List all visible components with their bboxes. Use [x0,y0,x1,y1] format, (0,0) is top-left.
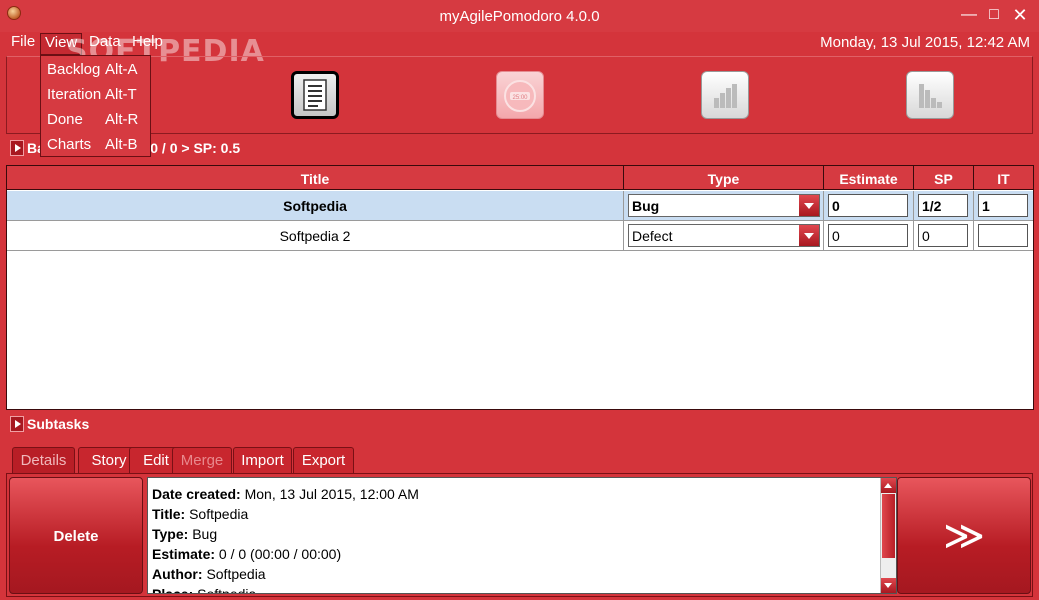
column-title[interactable]: Title [7,166,624,190]
table-row[interactable]: Softpedia 2 Defect 0 0 [7,221,1033,251]
it-input[interactable] [978,224,1028,247]
sp-input[interactable]: 1/2 [918,194,968,217]
tab-details[interactable]: Details [12,447,75,473]
detail-key: Date created: [152,486,241,502]
scrollbar-thumb[interactable] [882,494,895,558]
type-select[interactable]: Defect [628,224,820,247]
estimate-input[interactable]: 0 [828,194,908,217]
detail-author: Author: Softpedia [152,566,266,582]
bar-chart-icon [714,84,737,108]
it-input[interactable]: 1 [978,194,1028,217]
close-button[interactable]: ✕ [1009,4,1031,26]
table-row[interactable]: Softpedia Bug 0 1/2 1 [7,191,1033,221]
detail-type: Type: Bug [152,526,217,542]
done-view-button[interactable] [701,71,749,119]
detail-value: Bug [192,526,218,542]
expand-arrow-icon[interactable] [10,140,24,156]
detail-place: Place: Softpedia [152,586,257,594]
expand-arrow-icon[interactable] [10,416,24,432]
detail-value: Mon, 13 Jul 2015, 12:00 AM [244,486,419,502]
detail-value: Softpedia [189,506,249,522]
detail-estimate: Estimate: 0 / 0 (00:00 / 00:00) [152,546,341,562]
menu-item-shortcut: Alt-A [105,61,138,78]
detail-date-created: Date created: Mon, 13 Jul 2015, 12:00 AM [152,486,419,502]
clock: Monday, 13 Jul 2015, 12:42 AM [820,34,1030,51]
sp-input[interactable]: 0 [918,224,968,247]
title-bar: myAgilePomodoro 4.0.0 — □ ✕ [0,0,1039,32]
pomodoro-timer-icon: 25:00 [504,80,536,112]
tab-import[interactable]: Import [233,447,292,473]
menu-item-shortcut: Alt-B [105,136,138,153]
row-type-cell: Defect [624,221,824,250]
document-list-icon [303,79,327,111]
type-select[interactable]: Bug [628,194,820,217]
menu-item-label: Iteration [47,86,102,103]
row-estimate-cell: 0 [824,191,914,220]
row-sp-cell: 1/2 [914,191,974,220]
detail-title: Title: Softpedia [152,506,248,522]
detail-key: Estimate: [152,546,216,562]
type-select-value: Defect [632,228,673,244]
detail-value: 0 / 0 (00:00 / 00:00) [218,546,342,562]
chevron-down-icon[interactable] [799,225,819,246]
detail-key: Title: [152,506,186,522]
backlog-view-button[interactable] [291,71,339,119]
view-dropdown-menu: Backlog Alt-A Iteration Alt-T Done Alt-R… [40,55,151,157]
backlog-table: Title Type Estimate SP IT Softpedia Bug … [6,165,1034,410]
toolbar: 25:00 [6,56,1033,134]
details-text-area[interactable]: Date created: Mon, 13 Jul 2015, 12:00 AM… [147,477,897,594]
scroll-up-icon[interactable] [881,478,896,493]
row-it-cell [974,221,1033,250]
move-to-iteration-button[interactable]: ≫ [897,477,1031,594]
row-estimate-cell: 0 [824,221,914,250]
delete-button[interactable]: Delete [9,477,143,594]
detail-key: Author: [152,566,203,582]
backlog-section-header[interactable]: Ba e: 0 / 0 > SP: 0.5 [6,136,1033,160]
column-estimate[interactable]: Estimate [824,166,914,190]
tab-export[interactable]: Export [293,447,354,473]
row-type-cell: Bug [624,191,824,220]
detail-value: Softpedia [206,566,266,582]
timer-text: 25:00 [512,95,528,101]
menu-item-shortcut: Alt-R [105,111,139,128]
menu-item-shortcut: Alt-T [105,86,137,103]
details-scrollbar[interactable] [880,478,896,593]
detail-value: Softpedia [197,586,257,594]
menu-item-label: Backlog [47,61,101,78]
row-title[interactable]: Softpedia 2 [7,221,624,250]
scroll-down-icon[interactable] [881,578,896,593]
chevron-down-icon[interactable] [799,195,819,216]
column-type[interactable]: Type [624,166,824,190]
estimate-input[interactable]: 0 [828,224,908,247]
menu-item-label: Done [47,111,83,128]
row-sp-cell: 0 [914,221,974,250]
detail-key: Type: [152,526,189,542]
row-it-cell: 1 [974,191,1033,220]
tab-merge[interactable]: Merge [172,447,232,473]
maximize-button[interactable]: □ [983,4,1005,26]
row-title[interactable]: Softpedia [7,191,624,220]
detail-key: Place: [152,586,194,594]
subtasks-label: Subtasks [27,416,90,432]
menu-file[interactable]: File [7,33,39,55]
menu-item-label: Charts [47,136,92,153]
window-title: myAgilePomodoro 4.0.0 [439,8,600,25]
column-sp[interactable]: SP [914,166,974,190]
details-panel: Delete Date created: Mon, 13 Jul 2015, 1… [6,473,1033,597]
table-header: Title Type Estimate SP IT [7,166,1033,190]
iteration-view-button[interactable]: 25:00 [496,71,544,119]
minimize-button[interactable]: — [958,4,980,26]
burndown-chart-icon [919,84,942,108]
subtasks-section-header[interactable]: Subtasks [6,412,1033,436]
type-select-value: Bug [632,198,660,214]
charts-view-button[interactable] [906,71,954,119]
column-it[interactable]: IT [974,166,1033,190]
